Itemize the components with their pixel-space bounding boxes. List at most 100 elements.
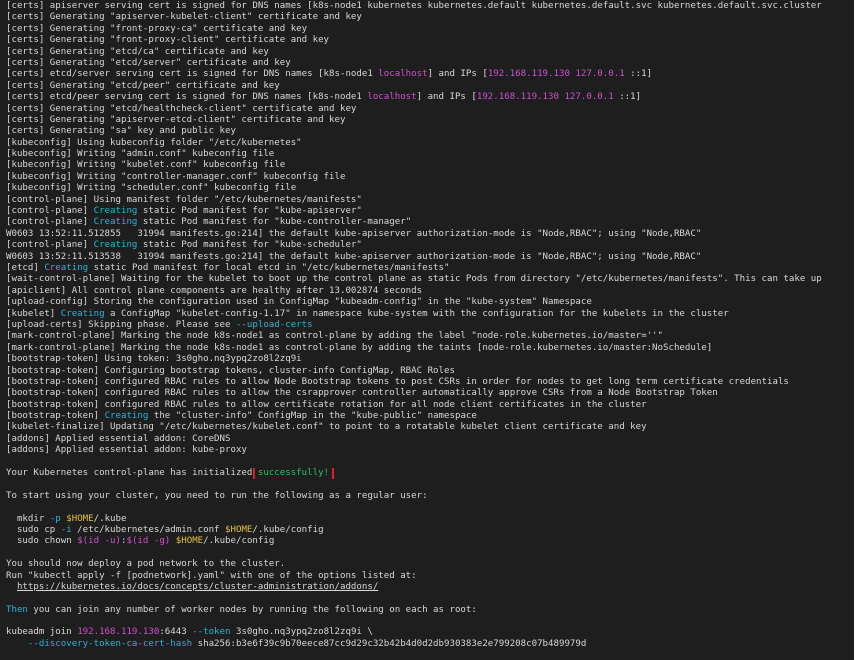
terminal-text: ::1] <box>613 92 642 103</box>
terminal-text: W0603 13:52:11.513538 31994 manifests.go… <box>6 251 702 262</box>
terminal-line: [certs] apiserver serving cert is signed… <box>6 1 854 12</box>
terminal-text: /etc/kubernetes/admin.conf <box>71 524 226 535</box>
terminal-line: [bootstrap-token] Using token: 3s0gho.nq… <box>6 354 854 365</box>
terminal-line: [kubelet-finalize] Updating "/etc/kubern… <box>6 422 854 433</box>
terminal-line: [certs] Generating "etcd/healthcheck-cli… <box>6 104 854 115</box>
terminal-text: To start using your cluster, you need to… <box>6 490 428 501</box>
terminal-line: Your Kubernetes control-plane has initia… <box>6 468 854 480</box>
terminal-line: [certs] Generating "apiserver-etcd-clien… <box>6 115 854 126</box>
terminal-text-cyan: -p <box>49 513 61 524</box>
terminal-text-cyan: --upload-certs <box>235 319 313 330</box>
terminal-window[interactable]: [certs] apiserver serving cert is signed… <box>0 0 858 660</box>
terminal-text: sudo cp <box>6 524 61 535</box>
terminal-text: [certs] Generating "front-proxy-ca" cert… <box>6 23 308 34</box>
terminal-text: [control-plane] <box>6 206 94 217</box>
terminal-text-magenta: localhost <box>378 69 428 80</box>
terminal-text: kubeadm join <box>6 627 78 638</box>
terminal-line: [certs] Generating "etcd/server" certifi… <box>6 58 854 69</box>
terminal-text: [bootstrap-token] configured RBAC rules … <box>6 376 789 387</box>
terminal-text: [bootstrap-token] configured RBAC rules … <box>6 399 647 410</box>
terminal-text: static Pod manifest for "kube-scheduler" <box>137 240 362 251</box>
terminal-text: [certs] Generating "etcd/peer" certifica… <box>6 80 280 91</box>
terminal-line: [certs] Generating "etcd/peer" certifica… <box>6 81 854 92</box>
terminal-line: [control-plane] Creating static Pod mani… <box>6 206 854 217</box>
terminal-text: 3s0gho.nq3ypq2zo8l2zq9i \ <box>230 627 373 638</box>
terminal-line: Run "kubectl apply -f [podnetwork].yaml"… <box>6 571 854 582</box>
terminal-line: To start using your cluster, you need to… <box>6 491 854 502</box>
terminal-output: [certs] apiserver serving cert is signed… <box>0 0 854 650</box>
terminal-text: [kubeconfig] Writing "admin.conf" kubeco… <box>6 149 275 160</box>
terminal-text: ] and IPs [ <box>427 69 488 80</box>
terminal-text-magenta: 192.168.119.130 127.0.0.1 <box>476 92 614 103</box>
terminal-text: [certs] etcd/server serving cert is sign… <box>6 69 379 80</box>
terminal-text: Your Kubernetes control-plane has initia… <box>6 468 258 479</box>
terminal-text: a ConfigMap "kubelet-config-1.17" in nam… <box>104 308 729 319</box>
terminal-text-magenta: $(id -g) <box>126 536 171 547</box>
terminal-text: sudo chown <box>6 536 78 547</box>
terminal-text: /.kube/config <box>252 524 324 535</box>
terminal-text-cyan: Creating <box>93 217 138 228</box>
terminal-text: [certs] Generating "etcd/ca" certificate… <box>6 46 269 57</box>
terminal-text: [kubeconfig] Writing "scheduler.conf" ku… <box>6 183 297 194</box>
terminal-text: ::1] <box>624 69 653 80</box>
terminal-line: [certs] etcd/server serving cert is sign… <box>6 69 854 80</box>
terminal-text: [certs] Generating "front-proxy-client" … <box>6 35 330 46</box>
terminal-text: [kubeconfig] Writing "kubelet.conf" kube… <box>6 160 286 171</box>
terminal-line: [control-plane] Creating static Pod mani… <box>6 240 854 251</box>
terminal-text: [certs] etcd/peer serving cert is signed… <box>6 92 368 103</box>
terminal-line: [certs] Generating "sa" key and public k… <box>6 126 854 137</box>
terminal-text: [kubelet-finalize] Updating "/etc/kubern… <box>6 422 647 433</box>
terminal-text-cyan: Creating <box>104 411 149 422</box>
terminal-line: [certs] Generating "etcd/ca" certificate… <box>6 47 854 58</box>
terminal-text-cyan: --discovery-token-ca-cert-hash <box>27 638 193 649</box>
terminal-text: [upload-config] Storing the configuratio… <box>6 297 592 308</box>
terminal-text: [addons] Applied essential addon: CoreDN… <box>6 433 231 444</box>
terminal-line: [kubeconfig] Using kubeconfig folder "/e… <box>6 138 854 149</box>
terminal-line: [mark-control-plane] Marking the node k8… <box>6 343 854 354</box>
terminal-text-magenta: localhost <box>367 92 417 103</box>
terminal-line: [certs] Generating "front-proxy-ca" cert… <box>6 24 854 35</box>
terminal-line: [kubelet] Creating a ConfigMap "kubelet-… <box>6 309 854 320</box>
terminal-text: [etcd] <box>6 262 45 273</box>
terminal-line: https://kubernetes.io/docs/concepts/clus… <box>6 582 854 593</box>
terminal-text: ] and IPs [ <box>416 92 477 103</box>
terminal-line: [kubeconfig] Writing "scheduler.conf" ku… <box>6 183 854 194</box>
terminal-text-cyan: --token <box>192 627 231 638</box>
terminal-text: [upload-certs] Skipping phase. Please se… <box>6 319 236 330</box>
terminal-line: [certs] Generating "front-proxy-client" … <box>6 35 854 46</box>
terminal-text: [kubeconfig] Writing "controller-manager… <box>6 171 346 182</box>
terminal-text-cyan: Creating <box>60 308 105 319</box>
terminal-text: W0603 13:52:11.512855 31994 manifests.go… <box>6 228 702 239</box>
success-text: successfully! <box>257 468 330 479</box>
terminal-text: the "cluster-info" ConfigMap in the "kub… <box>148 411 477 422</box>
terminal-text-magenta: 192.168.119.130 <box>77 627 160 638</box>
terminal-text: [bootstrap-token] configured RBAC rules … <box>6 388 718 399</box>
terminal-line: [kubeconfig] Writing "kubelet.conf" kube… <box>6 160 854 171</box>
terminal-text: [kubeconfig] Using kubeconfig folder "/e… <box>6 137 302 148</box>
terminal-line: [bootstrap-token] Creating the "cluster-… <box>6 411 854 422</box>
terminal-text-cyan: Creating <box>93 206 138 217</box>
terminal-text: [kubelet] <box>6 308 61 319</box>
terminal-text: [apiclient] All control plane components… <box>6 285 423 296</box>
terminal-text-yellow: $HOME <box>225 524 253 535</box>
terminal-text: static Pod manifest for local etcd in "/… <box>88 262 450 273</box>
terminal-text-cyan: Creating <box>93 240 138 251</box>
terminal-text: Run "kubectl apply -f [podnetwork].yaml"… <box>6 570 417 581</box>
terminal-text: mkdir <box>6 513 50 524</box>
terminal-text-yellow: $HOME <box>175 536 204 547</box>
terminal-text-cyan: -i <box>60 524 72 535</box>
terminal-text-magenta: $(id -u) <box>77 536 121 547</box>
terminal-text: [certs] Generating "apiserver-kubelet-cl… <box>6 12 362 23</box>
terminal-text: [bootstrap-token] Using token: 3s0gho.nq… <box>6 354 302 365</box>
terminal-line: [addons] Applied essential addon: CoreDN… <box>6 434 854 445</box>
docs-link[interactable]: https://kubernetes.io/docs/concepts/clus… <box>17 582 378 592</box>
terminal-text: [control-plane] Using manifest folder "/… <box>6 194 362 205</box>
terminal-text: static Pod manifest for "kube-controller… <box>137 217 412 228</box>
terminal-text-yellow: $HOME <box>66 513 94 524</box>
terminal-text-magenta: 192.168.119.130 127.0.0.1 <box>487 69 625 80</box>
terminal-line: [kubeconfig] Writing "admin.conf" kubeco… <box>6 149 854 160</box>
